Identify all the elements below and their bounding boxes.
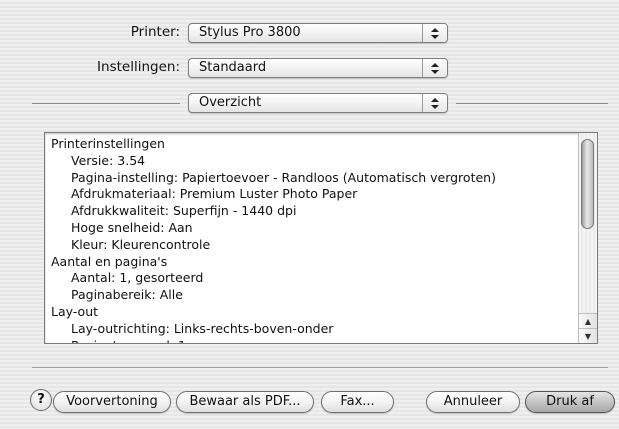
summary-line: Pagina's per vel: 1 — [51, 338, 573, 343]
summary-line: Pagina-instelling: Papiertoevoer - Randl… — [71, 169, 496, 185]
scroll-up-button[interactable]: ▲ — [579, 313, 597, 329]
preview-button[interactable]: Voorvertoning — [53, 391, 171, 413]
help-button[interactable]: ? — [30, 389, 52, 411]
popup-arrows-icon — [422, 24, 447, 42]
print-button[interactable]: Druk af — [525, 391, 615, 413]
bottom-separator — [32, 367, 608, 368]
panel-divider-left — [32, 103, 180, 104]
panel-divider-right — [456, 103, 608, 104]
summary-line: Lay-outrichting: Links-rechts-boven-onde… — [71, 320, 334, 336]
panel-popup-value: Overzicht — [199, 95, 262, 110]
summary-line: Paginabereik: Alle — [71, 287, 183, 303]
cancel-button[interactable]: Annuleer — [426, 391, 520, 413]
panel-popup[interactable]: Overzicht — [188, 93, 448, 113]
scroll-down-button[interactable]: ▼ — [579, 328, 597, 343]
summary-line: Aantal: 1, gesorteerd — [71, 270, 204, 286]
printer-label: Printer: — [130, 24, 180, 40]
summary-line: Afdrukmateriaal: Premium Luster Photo Pa… — [71, 186, 358, 202]
summary-line: Hoge snelheid: Aan — [71, 219, 193, 235]
settings-label: Instellingen: — [97, 59, 180, 75]
scrollbar-thumb[interactable] — [581, 139, 594, 229]
settings-popup[interactable]: Standaard — [188, 58, 448, 78]
vertical-scrollbar[interactable]: ▲ ▼ — [578, 133, 597, 343]
summary-line: Aantal en pagina's — [51, 253, 168, 269]
summary-line: Afdrukkwaliteit: Superfijn - 1440 dpi — [71, 203, 297, 219]
popup-arrows-icon — [422, 59, 447, 77]
summary-list[interactable]: Printerinstellingen Versie: 3.54 Pagina-in… — [44, 132, 598, 344]
summary-line: Lay-out — [51, 303, 99, 319]
summary-line: Kleur: Kleurencontrole — [71, 236, 211, 252]
printer-popup[interactable]: Stylus Pro 3800 — [188, 23, 448, 43]
fax-button[interactable]: Fax... — [321, 391, 394, 413]
printer-popup-value: Stylus Pro 3800 — [199, 25, 301, 40]
summary-line: Printerinstellingen — [51, 136, 165, 151]
summary-line: Versie: 3.54 — [71, 152, 146, 168]
summary-lines: Printerinstellingen Versie: 3.54 Pagina-in… — [51, 136, 573, 343]
settings-popup-value: Standaard — [199, 60, 267, 75]
save-as-pdf-button[interactable]: Bewaar als PDF... — [176, 391, 314, 413]
popup-arrows-icon — [422, 94, 447, 112]
